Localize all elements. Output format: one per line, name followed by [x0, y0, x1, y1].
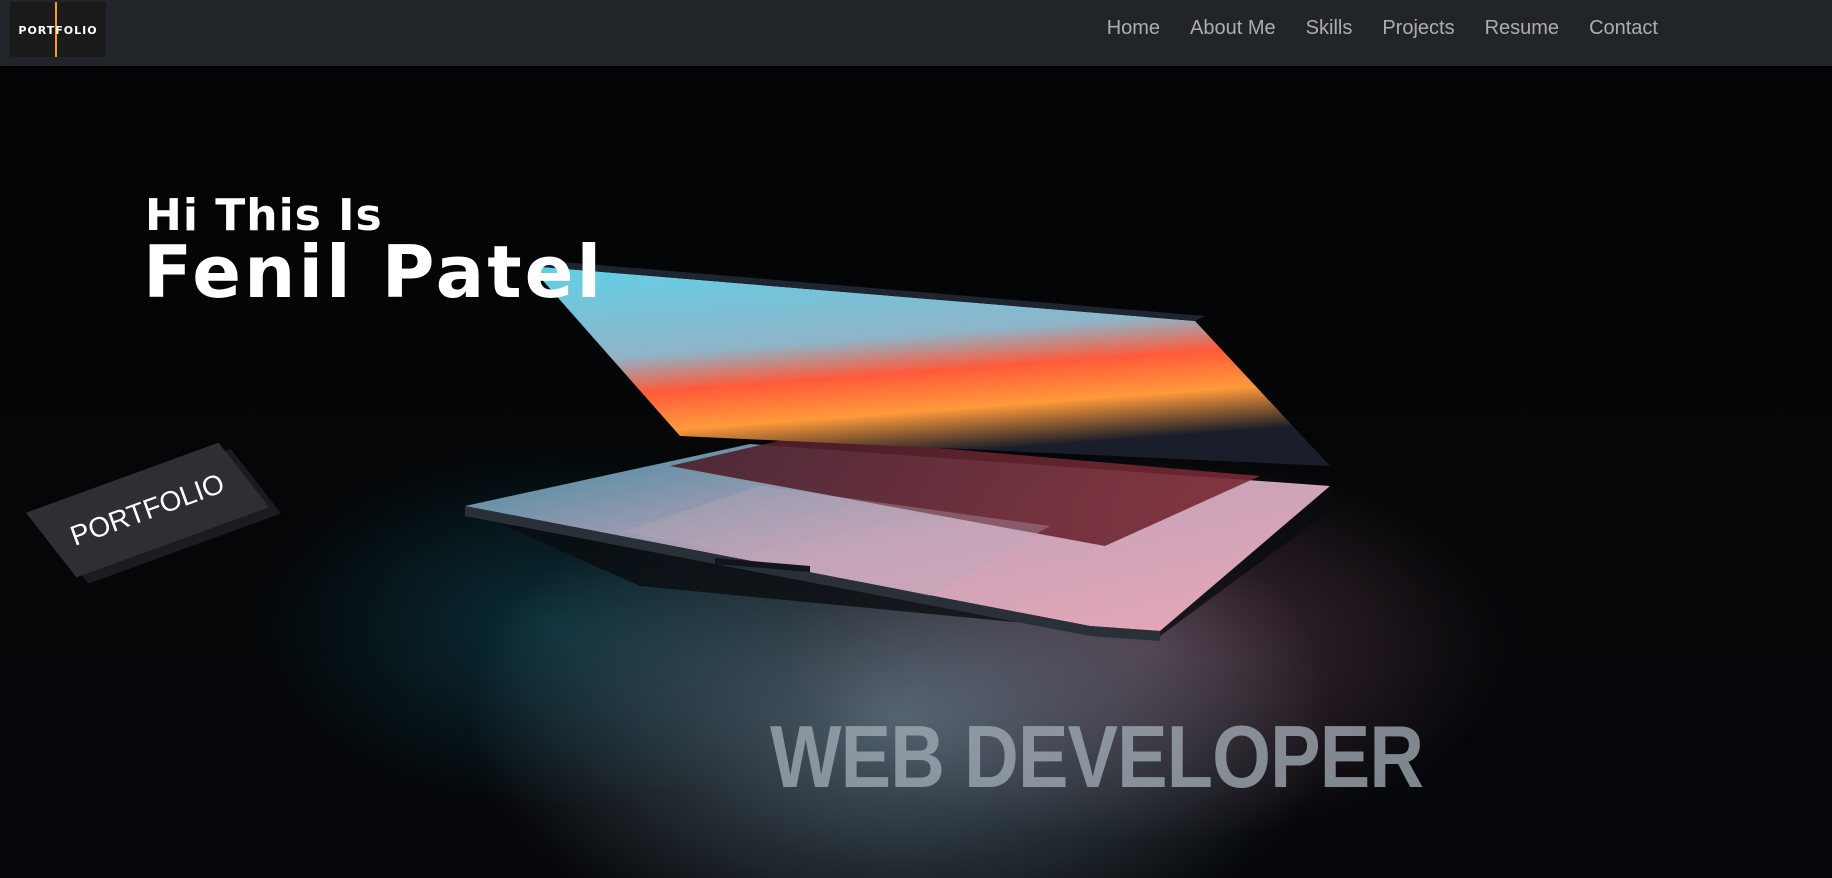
nav-link-skills[interactable]: Skills: [1306, 17, 1353, 40]
nav-link-about[interactable]: About Me: [1190, 17, 1276, 40]
nav-link-resume[interactable]: Resume: [1485, 17, 1559, 40]
nav-links: Home About Me Skills Projects Resume Con…: [1107, 0, 1658, 57]
nav-link-projects[interactable]: Projects: [1382, 17, 1454, 40]
nav-link-home[interactable]: Home: [1107, 17, 1160, 40]
logo[interactable]: PORTFOLIO: [10, 2, 106, 57]
hero-name: Fenil Patel: [143, 230, 605, 314]
navbar: PORTFOLIO Home About Me Skills Projects …: [0, 0, 1832, 66]
nav-link-contact[interactable]: Contact: [1589, 17, 1658, 40]
hero-section: Hi This Is Fenil Patel PORTFOLIO WEB DEV…: [0, 66, 1832, 878]
logo-text: PORTFOLIO: [18, 24, 98, 37]
hero-role: WEB DEVELOPER: [770, 707, 1424, 806]
